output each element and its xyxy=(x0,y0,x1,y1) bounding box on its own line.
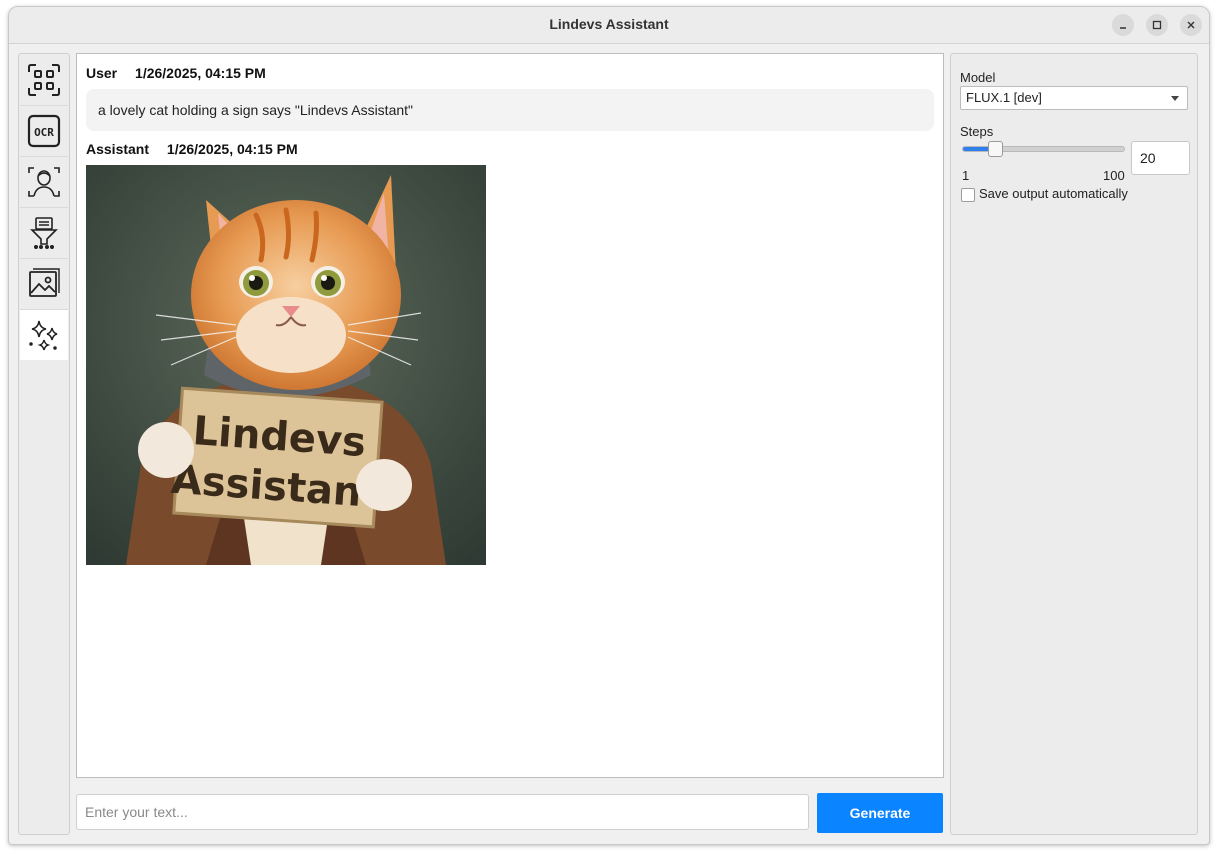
close-icon xyxy=(1187,21,1195,29)
sidebar-item-image[interactable] xyxy=(20,259,68,310)
generate-button[interactable]: Generate xyxy=(817,793,943,833)
chevron-down-icon xyxy=(1171,96,1179,101)
ocr-icon: OCR xyxy=(27,114,61,148)
minimize-button[interactable] xyxy=(1112,14,1134,36)
document-filter-icon xyxy=(30,217,58,249)
model-select[interactable]: FLUX.1 [dev] xyxy=(960,86,1188,110)
steps-label: Steps xyxy=(960,124,994,139)
chat-area[interactable]: User 1/26/2025, 04:15 PM a lovely cat ho… xyxy=(76,53,944,778)
steps-spinbox[interactable]: 20 xyxy=(1131,141,1190,175)
sidebar: OCR xyxy=(18,53,70,835)
message-timestamp: 1/26/2025, 04:15 PM xyxy=(166,141,298,157)
maximize-button[interactable] xyxy=(1146,14,1168,36)
autosave-label[interactable]: Save output automatically xyxy=(979,186,1128,201)
user-message-header: User 1/26/2025, 04:15 PM xyxy=(86,65,266,81)
message-author: User xyxy=(86,65,118,81)
svg-text:OCR: OCR xyxy=(34,126,54,139)
model-label: Model xyxy=(960,70,996,85)
steps-min-label: 1 xyxy=(962,168,970,183)
close-button[interactable] xyxy=(1180,14,1202,36)
sidebar-item-generate[interactable] xyxy=(20,310,68,360)
settings-panel: Model FLUX.1 [dev] Steps 1 100 20 Save o… xyxy=(950,53,1198,835)
image-icon xyxy=(29,268,60,297)
minimize-icon xyxy=(1120,27,1126,29)
window-title: Lindevs Assistant xyxy=(549,16,669,32)
app-window: Lindevs Assistant OCR User 1/26/2025, 04… xyxy=(8,6,1210,845)
sidebar-item-qr-scan[interactable] xyxy=(20,55,68,106)
prompt-input[interactable] xyxy=(76,794,809,830)
autosave-checkbox[interactable] xyxy=(961,188,975,202)
assistant-message-header: Assistant 1/26/2025, 04:15 PM xyxy=(86,141,298,157)
generated-image: Lindevs Assistant xyxy=(86,165,486,565)
qr-scan-icon xyxy=(28,64,60,96)
steps-slider-handle[interactable] xyxy=(987,141,1003,157)
title-bar: Lindevs Assistant xyxy=(9,7,1209,44)
message-author: Assistant xyxy=(86,141,150,157)
sidebar-item-face-scan[interactable] xyxy=(20,157,68,208)
sidebar-item-ocr[interactable]: OCR xyxy=(20,106,68,157)
steps-slider[interactable] xyxy=(962,141,1125,157)
face-scan-icon xyxy=(28,167,60,197)
steps-max-label: 100 xyxy=(1103,168,1125,183)
sparkles-icon xyxy=(29,320,58,351)
model-select-value: FLUX.1 [dev] xyxy=(966,90,1042,105)
user-message-text: a lovely cat holding a sign says "Lindev… xyxy=(86,89,934,131)
maximize-icon xyxy=(1152,20,1162,30)
sidebar-item-document-filter[interactable] xyxy=(20,208,68,259)
message-timestamp: 1/26/2025, 04:15 PM xyxy=(135,65,266,81)
